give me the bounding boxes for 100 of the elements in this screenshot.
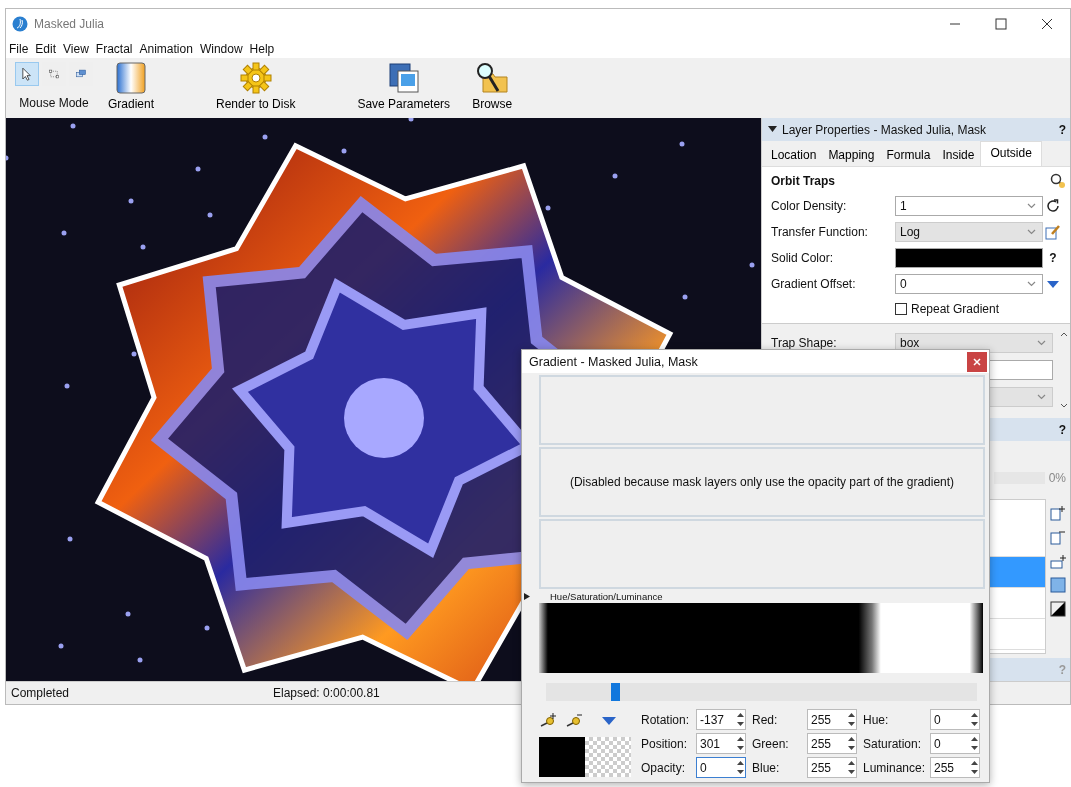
chevron-down-icon <box>1037 394 1046 400</box>
status-text: Completed <box>10 686 71 700</box>
number-spinbox[interactable]: 0 <box>930 709 980 730</box>
mouse-mode-label: Mouse Mode <box>19 96 89 110</box>
help-mark[interactable]: ? <box>1049 251 1057 265</box>
scroll-up-icon[interactable] <box>1059 332 1068 337</box>
chevron-down-icon <box>1037 340 1046 346</box>
menu-item[interactable]: Help <box>249 41 275 56</box>
dropdown[interactable]: Log <box>895 222 1043 242</box>
number-spinbox[interactable]: 255 <box>807 709 857 730</box>
field-label: Luminance: <box>863 760 927 775</box>
color-swatch[interactable] <box>895 248 1043 268</box>
edit-icon[interactable] <box>1045 224 1061 240</box>
toolbar-button[interactable]: Gradient <box>102 62 161 111</box>
toolbar-button[interactable]: Browse <box>466 62 519 111</box>
gradient-preview[interactable] <box>539 603 983 673</box>
spin-arrows-icon[interactable] <box>970 734 979 753</box>
field-label: Blue: <box>752 760 781 775</box>
slider-thumb[interactable] <box>610 683 620 701</box>
number-spinbox[interactable]: -137 <box>696 709 746 730</box>
tab[interactable]: Outside <box>980 141 1042 166</box>
new-page-icon[interactable] <box>1050 505 1066 521</box>
window-title: Masked Julia <box>34 17 106 31</box>
disabled-message: (Disabled because mask layers only use the opacity part of the gradient) <box>569 475 955 489</box>
spin-arrows-icon[interactable] <box>970 758 979 777</box>
menu-item[interactable]: Fractal <box>95 41 133 56</box>
save-icon <box>387 62 420 94</box>
spin-arrows-icon[interactable] <box>736 734 745 753</box>
field-label: Saturation: <box>863 736 923 751</box>
number-spinbox[interactable]: 255 <box>930 757 980 778</box>
magnifier-icon[interactable] <box>1050 173 1066 189</box>
panel-header[interactable]: Layer Properties - Masked Julia, Mask ? <box>762 118 1070 141</box>
field-label: Hue: <box>863 712 890 727</box>
gear-icon <box>239 62 272 94</box>
field-label: Position: <box>641 736 689 751</box>
checkbox-label: Repeat Gradient <box>911 302 1000 316</box>
collapse-triangle-icon[interactable] <box>768 126 777 133</box>
number-spinbox[interactable]: 0 <box>930 733 980 754</box>
spin-arrows-icon[interactable] <box>847 758 856 777</box>
spin-arrows-icon[interactable] <box>736 758 745 777</box>
add-pin-icon[interactable] <box>539 712 559 730</box>
menu-item[interactable]: Window <box>199 41 243 56</box>
spin-arrows-icon[interactable] <box>847 710 856 729</box>
field-label: Rotation: <box>641 712 691 727</box>
scroll-down-icon[interactable] <box>1059 403 1068 408</box>
pointer-icon <box>22 66 32 82</box>
number-spinbox[interactable]: 0 <box>696 757 746 778</box>
repeat-gradient-checkbox[interactable]: Repeat Gradient <box>895 299 1066 319</box>
app-logo-icon <box>12 16 28 32</box>
panel-title: Layer Properties - Masked Julia, Mask <box>782 122 988 137</box>
chevron-down-icon <box>1027 229 1036 235</box>
dialog-title: Gradient - Masked Julia, Mask <box>529 354 698 369</box>
expand-triangle-icon[interactable] <box>524 592 530 600</box>
field-label: Solid Color: <box>771 251 835 265</box>
toolbar-button[interactable]: Render to Disk <box>210 62 302 111</box>
slider-track[interactable] <box>546 683 977 701</box>
field-label: Red: <box>752 712 779 727</box>
chevron-down-icon <box>1027 281 1036 287</box>
remove-page-icon[interactable] <box>1050 529 1066 545</box>
number-spinbox[interactable]: 255 <box>807 757 857 778</box>
spin-arrows-icon[interactable] <box>970 710 979 729</box>
mouse-mode-button[interactable] <box>15 62 39 86</box>
menu-item[interactable]: View <box>63 41 89 56</box>
chevron-down-icon <box>1027 203 1036 209</box>
section-title: Orbit Traps <box>771 174 835 188</box>
gradient-icon <box>115 62 147 94</box>
folder-magnifier-icon <box>475 62 510 94</box>
field-label: Gradient Offset: <box>771 277 857 291</box>
progress-reading: 0% <box>1048 471 1066 485</box>
dropdown[interactable]: 0 <box>895 274 1043 294</box>
spin-arrows-icon[interactable] <box>736 710 745 729</box>
menu-item[interactable]: Edit <box>35 41 57 56</box>
menu-item[interactable]: Animation <box>139 41 193 56</box>
remove-pin-icon[interactable] <box>565 712 585 730</box>
close-button[interactable] <box>967 351 987 372</box>
field-label: Trap Shape: <box>771 336 838 350</box>
number-spinbox[interactable]: 301 <box>696 733 746 754</box>
selection-box-icon <box>49 66 59 82</box>
checkbox[interactable] <box>895 303 907 315</box>
transparency-swatch[interactable] <box>585 737 631 777</box>
spin-arrows-icon[interactable] <box>847 734 856 753</box>
help-mark[interactable]: ? <box>1058 122 1066 137</box>
field-label: Green: <box>752 736 790 751</box>
gradient-square-icon[interactable] <box>1050 601 1066 617</box>
field-label: Transfer Function: <box>771 225 869 239</box>
close-icon[interactable] <box>973 357 981 366</box>
menu-item[interactable]: File <box>9 41 29 56</box>
number-spinbox[interactable]: 255 <box>807 733 857 754</box>
section-label: Hue/Saturation/Luminance <box>550 590 663 602</box>
color-swatch[interactable] <box>539 737 585 777</box>
triangle-down-icon[interactable] <box>601 716 617 726</box>
toolbar-button[interactable]: Save Parameters <box>351 62 457 111</box>
refresh-icon[interactable] <box>1046 199 1060 213</box>
triangle-down-icon[interactable] <box>1046 279 1060 289</box>
dropdown[interactable]: 1 <box>895 196 1043 216</box>
elapsed-time: Elapsed: 0:00:00.81 <box>272 686 381 700</box>
field-label: Color Density: <box>771 199 848 213</box>
new-folder-icon[interactable] <box>1050 553 1066 569</box>
help-mark[interactable]: ? <box>1058 422 1066 437</box>
field-label: Opacity: <box>641 760 686 775</box>
